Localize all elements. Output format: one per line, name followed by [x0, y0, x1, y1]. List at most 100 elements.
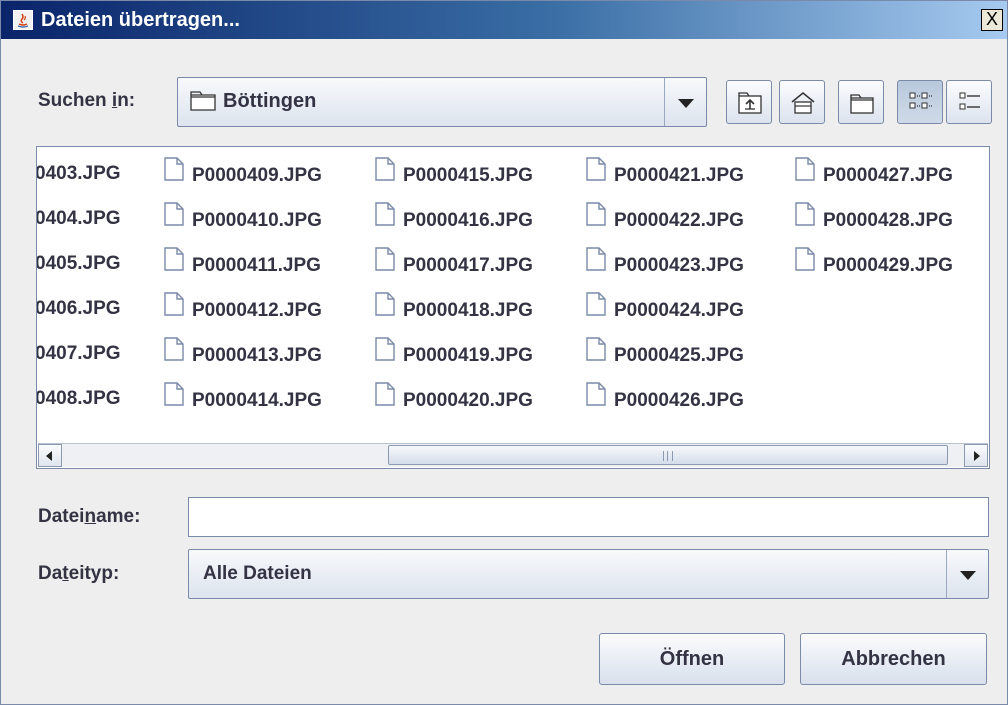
scroll-right-icon[interactable] — [964, 444, 988, 467]
chevron-down-icon[interactable] — [946, 550, 988, 598]
file-name: P0000410.JPG — [192, 210, 322, 232]
document-icon — [375, 157, 395, 191]
horizontal-scrollbar[interactable] — [38, 443, 988, 467]
file-name: P0000422.JPG — [614, 210, 744, 232]
file-name: P0000414.JPG — [192, 390, 322, 412]
document-icon — [586, 292, 606, 326]
file-item[interactable]: P0000411.JPG — [164, 247, 321, 279]
file-item[interactable]: P0000414.JPG — [164, 382, 322, 416]
filename-label-pre: Datei — [38, 506, 85, 527]
file-name: P0000409.JPG — [192, 165, 322, 187]
file-item[interactable]: P0000419.JPG — [375, 337, 533, 371]
open-button[interactable]: Öffnen — [599, 633, 785, 685]
filename-input[interactable] — [188, 497, 989, 537]
filename-label: Dateiname: — [38, 506, 140, 528]
document-icon — [795, 157, 815, 191]
file-item[interactable]: P0000415.JPG — [375, 157, 533, 191]
close-icon[interactable]: X — [986, 9, 998, 29]
file-name: 0408.JPG — [36, 388, 121, 409]
lookin-label-post: n: — [117, 90, 136, 111]
lookin-label-pre: Suchen — [38, 90, 112, 111]
filetype-combo[interactable]: Alle Dateien — [188, 549, 989, 599]
document-icon — [375, 292, 395, 326]
file-name: P0000420.JPG — [403, 390, 533, 412]
new-folder-button[interactable] — [838, 80, 884, 124]
document-icon — [795, 247, 815, 281]
file-item[interactable]: 0408.JPG — [36, 384, 121, 414]
folder-up-icon — [738, 92, 762, 114]
file-item[interactable]: P0000418.JPG — [375, 292, 533, 326]
up-one-level-button[interactable] — [726, 80, 772, 124]
file-dialog: Dateien übertragen... X Suchen in: Bötti… — [0, 0, 1008, 705]
filename-label-mnemonic: n — [84, 506, 97, 527]
details-view-button[interactable] — [946, 80, 992, 124]
document-icon — [586, 157, 606, 191]
document-icon — [375, 247, 395, 281]
document-icon — [586, 247, 606, 281]
file-item[interactable]: 0406.JPG — [37, 294, 121, 324]
details-view-icon — [959, 92, 980, 110]
file-item[interactable]: P0000417.JPG — [375, 247, 533, 281]
filetype-value: Alle Dateien — [203, 563, 312, 584]
scroll-left-icon[interactable] — [38, 444, 62, 467]
file-item[interactable]: P0000425.JPG — [586, 337, 744, 369]
java-icon — [13, 10, 33, 30]
document-icon — [164, 202, 184, 236]
close-button[interactable]: X — [981, 9, 1003, 31]
file-name: 0407.JPG — [36, 343, 121, 364]
lookin-value: Böttingen — [223, 90, 317, 112]
file-name: 0404.JPG — [36, 208, 121, 229]
file-name: P0000421.JPG — [614, 165, 744, 187]
document-icon — [375, 382, 395, 416]
file-item[interactable]: 0404.JPG — [36, 204, 121, 234]
file-name: P0000419.JPG — [403, 345, 533, 367]
file-item[interactable]: P0000412.JPG — [164, 292, 322, 326]
file-item[interactable]: P0000424.JPG — [586, 292, 744, 326]
file-name: P0000413.JPG — [192, 345, 322, 367]
file-name: P0000416.JPG — [403, 210, 533, 232]
file-item[interactable]: P0000421.JPG — [586, 157, 744, 191]
title-bar[interactable]: Dateien übertragen... X — [1, 1, 1007, 39]
file-item[interactable]: P0000422.JPG — [586, 202, 744, 236]
folder-icon — [190, 91, 216, 116]
file-item[interactable]: P0000420.JPG — [375, 382, 533, 416]
file-item[interactable]: P0000413.JPG — [164, 337, 322, 369]
file-name: P0000411.JPG — [192, 255, 321, 277]
filetype-label: Dateityp: — [38, 563, 119, 585]
file-item[interactable]: P0000427.JPG — [795, 157, 953, 191]
document-icon — [586, 202, 606, 236]
file-item[interactable]: P0000423.JPG — [586, 247, 744, 281]
file-item[interactable]: P0000429.JPG — [795, 247, 953, 281]
file-item[interactable]: 0407.JPG — [36, 339, 121, 369]
list-view-button[interactable] — [897, 80, 943, 124]
file-item[interactable]: P0000409.JPG — [164, 157, 322, 191]
document-icon — [586, 382, 606, 416]
file-name: P0000425.JPG — [614, 345, 744, 367]
file-item[interactable]: P0000416.JPG — [375, 202, 533, 234]
file-list[interactable]: 0403.JPG 0404.JPG 0405.JPG 0406.JPG 0407.JPG… — [36, 146, 990, 469]
document-icon — [164, 382, 184, 416]
lookin-combo[interactable]: Böttingen — [177, 77, 707, 127]
file-item[interactable]: P0000410.JPG — [164, 202, 322, 236]
file-name: 0405.JPG — [36, 253, 121, 274]
file-item[interactable]: 0403.JPG — [36, 159, 121, 189]
cancel-button[interactable]: Abbrechen — [800, 633, 987, 685]
file-name: P0000424.JPG — [614, 300, 744, 322]
document-icon — [795, 202, 815, 236]
file-item[interactable]: P0000426.JPG — [586, 382, 744, 416]
file-name: P0000415.JPG — [403, 165, 533, 187]
document-icon — [375, 337, 395, 371]
scroll-thumb[interactable] — [388, 445, 948, 465]
file-name: P0000423.JPG — [614, 255, 744, 277]
file-item[interactable]: 0405.JPG — [36, 249, 121, 279]
file-name: P0000428.JPG — [823, 210, 953, 232]
document-icon — [164, 157, 184, 191]
home-icon — [791, 92, 815, 114]
document-icon — [164, 292, 184, 326]
lookin-label: Suchen in: — [38, 90, 135, 112]
file-item[interactable]: P0000428.JPG — [795, 202, 953, 236]
chevron-down-icon[interactable] — [664, 78, 706, 126]
home-button[interactable] — [779, 80, 825, 124]
file-name: P0000429.JPG — [823, 255, 953, 277]
file-name: 0403.JPG — [36, 163, 121, 184]
